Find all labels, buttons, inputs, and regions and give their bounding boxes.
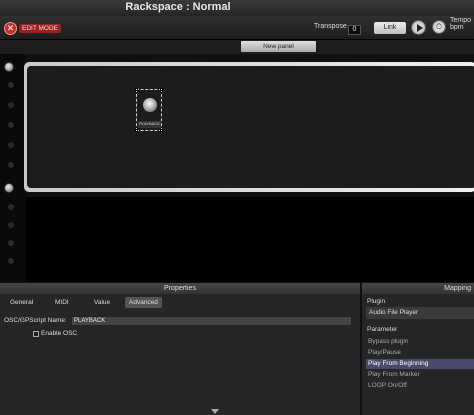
tab-value[interactable]: Value	[92, 297, 112, 308]
parameter-item[interactable]: Play From Marker	[366, 370, 474, 380]
rack-hole	[8, 258, 14, 264]
panel-surface[interactable]	[27, 66, 474, 188]
window-title: Rackspace : Normal	[125, 1, 231, 13]
rack-hole	[8, 222, 14, 228]
play-icon	[417, 24, 423, 32]
resize-handle[interactable]	[160, 129, 163, 132]
osc-name-input[interactable]: PLAYBACK	[71, 316, 352, 326]
link-button[interactable]: Link	[374, 22, 406, 34]
parameter-item[interactable]: Bypass plugin	[366, 337, 474, 347]
rack-hole	[8, 142, 14, 148]
rack-hole	[8, 102, 14, 108]
osc-name-label: OSC/GPScript Name:	[4, 317, 67, 324]
mapping-title: Mapping	[362, 283, 474, 294]
tempo-unit: bpm	[450, 24, 464, 31]
plugin-header: Plugin	[367, 298, 386, 305]
new-panel-button[interactable]: New panel	[241, 41, 316, 52]
tempo-display[interactable]: Tempo bpm	[450, 17, 474, 31]
play-button[interactable]	[411, 20, 426, 35]
properties-title: Properties	[0, 283, 360, 294]
collapse-arrow-icon[interactable]	[211, 409, 219, 414]
rack-hole	[8, 162, 14, 168]
tab-midi[interactable]: MIDI	[53, 297, 71, 308]
resize-handle[interactable]	[135, 129, 138, 132]
rack-hole	[8, 204, 14, 210]
transpose-field[interactable]: 0	[348, 25, 361, 35]
tab-advanced[interactable]: Advanced	[125, 297, 162, 308]
edit-mode-button[interactable]: ✕ EDIT MODE	[4, 21, 62, 35]
properties-pane	[0, 294, 360, 415]
rack-hole	[8, 240, 14, 246]
rack-empty-area	[26, 197, 474, 282]
close-edit-icon[interactable]: ✕	[4, 21, 17, 35]
resize-handle[interactable]	[135, 88, 138, 91]
rack-rail	[0, 54, 26, 282]
parameter-item-selected[interactable]: Play From Beginning	[366, 359, 474, 369]
tempo-label: Tempo	[450, 17, 472, 24]
panel-tab-strip	[0, 40, 474, 54]
app-window: Rackspace : Normal ✕ EDIT MODE Transpose…	[0, 0, 474, 415]
parameter-item[interactable]: LOOP On/Off	[366, 381, 474, 391]
enable-osc-label: Enable OSC	[41, 330, 78, 337]
metronome-button[interactable]: ⏲	[432, 20, 446, 34]
screw-icon	[4, 183, 14, 193]
parameter-header: Parameter	[367, 326, 398, 333]
rack-hole	[8, 122, 14, 128]
knob[interactable]	[142, 97, 158, 113]
parameter-item[interactable]: Play/Pause	[366, 348, 474, 358]
knob-widget[interactable]: PLAYBACK	[135, 88, 163, 132]
rack-hole	[8, 82, 14, 88]
plugin-select[interactable]: Audio File Player	[366, 307, 474, 319]
metronome-icon: ⏲	[435, 22, 443, 31]
transpose-label: Transpose	[314, 23, 347, 30]
rack-panel[interactable]	[24, 62, 474, 192]
tab-general[interactable]: General	[8, 297, 35, 308]
resize-handle[interactable]	[160, 88, 163, 91]
enable-osc-checkbox[interactable]	[33, 331, 39, 337]
knob-label: PLAYBACK	[138, 121, 161, 128]
screw-icon	[4, 62, 14, 72]
edit-mode-label: EDIT MODE	[19, 23, 61, 33]
